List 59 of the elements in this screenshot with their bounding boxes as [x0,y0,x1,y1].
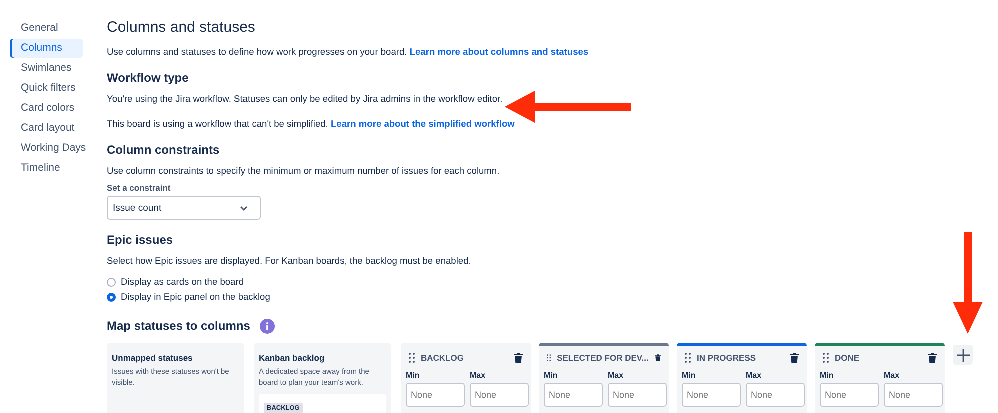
field-label: Max [884,371,901,380]
add-column-button[interactable] [953,345,973,365]
field-label: Set a constraint [107,183,172,193]
description-text: Use columns and statuses to define how work progresses on your board. Learn more about columns and statuses [107,46,590,59]
max-input[interactable]: None [608,383,667,407]
field-label: Max [608,371,625,380]
sidebar-item[interactable]: Timeline [10,159,83,178]
section-heading: Column constraints [107,142,221,158]
field-label: Min [682,371,697,380]
field-label: Max [746,371,763,380]
field-label: Min [820,371,835,380]
panel-title: Unmapped statuses [112,353,194,363]
sidebar-item[interactable]: Columns [10,39,83,58]
column-name: SELECTED FOR DEV... [557,353,649,363]
min-input[interactable]: None [544,383,603,407]
sidebar-item[interactable]: Swimlanes [10,59,83,78]
max-input[interactable]: None [746,383,805,407]
drag-handle-icon[interactable] [823,353,829,363]
column-name: DONE [835,353,860,363]
drag-handle-icon[interactable] [685,353,691,363]
section-heading: Workflow type [107,70,190,86]
learn-more-link[interactable]: Learn more about the simplified workflow [330,119,515,129]
section-heading: Map statuses to columns [107,318,250,334]
chevron-down-icon [240,206,248,210]
drag-handle-icon[interactable] [409,353,415,363]
max-input[interactable]: None [884,383,943,407]
constraint-dropdown[interactable]: Issue count [107,196,261,220]
min-input[interactable]: None [682,383,741,407]
trash-icon[interactable] [790,353,799,363]
column-name: BACKLOG [421,353,464,363]
field-label: Max [470,371,487,380]
sidebar-item[interactable]: Card colors [10,99,83,118]
panel-title: Kanban backlog [259,353,326,363]
section-heading: Epic issues [107,232,174,248]
sidebar-item[interactable]: General [10,19,83,38]
description-text: This board is using a workflow that can't be simplified. Learn more about the simplified workflow [107,118,516,131]
description-text: Select how Epic issues are displayed. For Kanban boards, the backlog must be enabled. [107,255,472,268]
column-name: IN PROGRESS [697,353,756,363]
trash-icon[interactable] [514,353,523,363]
trash-icon[interactable] [654,353,661,363]
field-label: Min [406,371,421,380]
trash-icon[interactable] [928,353,937,363]
plus-icon [956,348,970,362]
drag-handle-icon[interactable] [547,353,552,363]
radio-label: Display in Epic panel on the backlog [121,291,270,304]
min-input[interactable]: None [820,383,879,407]
sidebar-item[interactable]: Card layout [10,119,83,138]
radio-label: Display as cards on the board [121,276,244,289]
info-icon[interactable] [260,318,276,334]
max-input[interactable]: None [470,383,529,407]
radio-button[interactable] [107,278,116,286]
description-text: Use column constraints to specify the minimum or maximum number of issues for each column. [107,165,501,178]
learn-more-link[interactable]: Learn more about columns and statuses [410,47,589,57]
min-input[interactable]: None [406,383,465,407]
sidebar-item[interactable]: Quick filters [10,79,83,98]
description-text: You're using the Jira workflow. Statuses can only be edited by Jira admins in the workflow editor. [107,93,504,106]
radio-button[interactable] [107,292,116,302]
field-label: Min [544,371,559,380]
page-title: Columns and statuses [107,19,256,37]
